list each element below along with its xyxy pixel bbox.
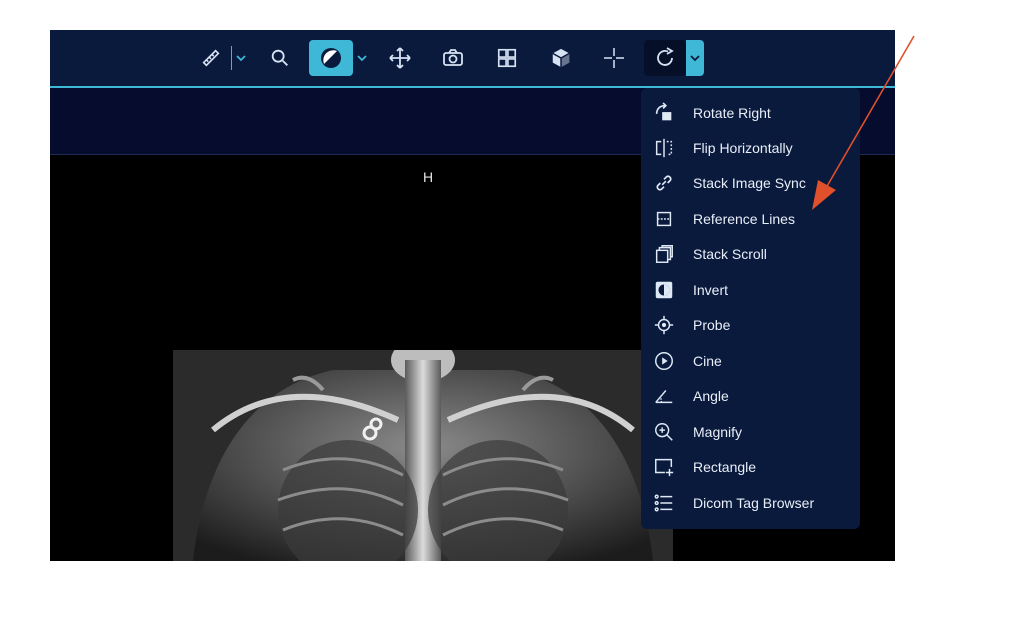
- menu-item-rectangle[interactable]: Rectangle: [641, 452, 860, 482]
- flip-horizontal-icon: [651, 135, 677, 161]
- menu-item-label: Angle: [693, 388, 729, 404]
- cine-play-icon: [651, 348, 677, 374]
- magnifier-icon: [271, 49, 288, 66]
- grid-layout-icon: [497, 48, 517, 68]
- menu-item-label: Cine: [693, 353, 722, 369]
- cube-icon: [552, 48, 570, 68]
- menu-item-magnify[interactable]: Magnify: [641, 417, 860, 447]
- menu-item-invert[interactable]: Invert: [641, 275, 860, 305]
- menu-item-label: Stack Scroll: [693, 246, 767, 262]
- ruler-icon: [202, 49, 220, 67]
- rotate-tool-button[interactable]: [644, 40, 686, 76]
- chevron-down-icon: [236, 55, 246, 62]
- menu-item-probe[interactable]: Probe: [641, 310, 860, 340]
- menu-item-label: Flip Horizontally: [693, 140, 793, 156]
- stack-scroll-icon: [651, 241, 677, 267]
- rotate-icon: [657, 47, 674, 66]
- menu-item-dicom-tag-browser[interactable]: Dicom Tag Browser: [641, 488, 860, 518]
- angle-icon: [651, 383, 677, 409]
- rotate-tools-dropdown-menu: Rotate Right Flip Horizontally Stack Ima…: [641, 88, 860, 529]
- orientation-marker-top: H: [423, 169, 434, 185]
- rectangle-icon: [651, 454, 677, 480]
- move-arrows-icon: [389, 47, 411, 69]
- toolbar: [50, 30, 895, 88]
- measure-dropdown-caret[interactable]: [234, 40, 248, 76]
- menu-item-label: Stack Image Sync: [693, 175, 806, 191]
- 3d-tool-button[interactable]: [546, 40, 576, 76]
- probe-icon: [651, 312, 677, 338]
- camera-icon: [443, 49, 463, 66]
- window-level-dropdown-caret[interactable]: [355, 40, 369, 76]
- link-icon: [651, 170, 677, 196]
- menu-item-label: Probe: [693, 317, 731, 333]
- chest-xray-image: [173, 350, 673, 561]
- menu-item-label: Rotate Right: [693, 105, 771, 121]
- menu-item-label: Dicom Tag Browser: [693, 495, 815, 511]
- rotate-right-icon: [651, 100, 677, 126]
- reference-lines-icon: [651, 206, 677, 232]
- rotate-dropdown-caret[interactable]: [686, 40, 704, 76]
- menu-item-rotate-right[interactable]: Rotate Right: [641, 98, 860, 128]
- layout-tool-button[interactable]: [492, 40, 522, 76]
- chevron-down-icon: [690, 55, 700, 62]
- menu-item-stack-scroll[interactable]: Stack Scroll: [641, 239, 860, 269]
- toolbar-divider: [231, 46, 232, 70]
- crosshairs-tool-button[interactable]: [599, 40, 629, 76]
- menu-item-label: Rectangle: [693, 459, 757, 475]
- list-icon: [651, 490, 677, 516]
- invert-icon: [651, 277, 677, 303]
- measure-tool-button[interactable]: [196, 40, 226, 76]
- menu-item-angle[interactable]: Angle: [641, 381, 860, 411]
- zoom-tool-button[interactable]: [265, 40, 295, 76]
- menu-item-label: Invert: [693, 282, 729, 298]
- pan-tool-button[interactable]: [385, 40, 415, 76]
- capture-tool-button[interactable]: [438, 40, 468, 76]
- menu-item-stack-image-sync[interactable]: Stack Image Sync: [641, 168, 860, 198]
- chevron-down-icon: [357, 55, 367, 62]
- crosshair-icon: [604, 48, 624, 68]
- menu-item-label: Reference Lines: [693, 211, 795, 227]
- menu-item-cine[interactable]: Cine: [641, 346, 860, 376]
- window-level-tool-button[interactable]: [309, 40, 353, 76]
- magnify-icon: [651, 419, 677, 445]
- menu-item-reference-lines[interactable]: Reference Lines: [641, 204, 860, 234]
- menu-item-label: Magnify: [693, 424, 743, 440]
- contrast-icon: [321, 48, 341, 68]
- menu-item-flip-horizontally[interactable]: Flip Horizontally: [641, 133, 860, 163]
